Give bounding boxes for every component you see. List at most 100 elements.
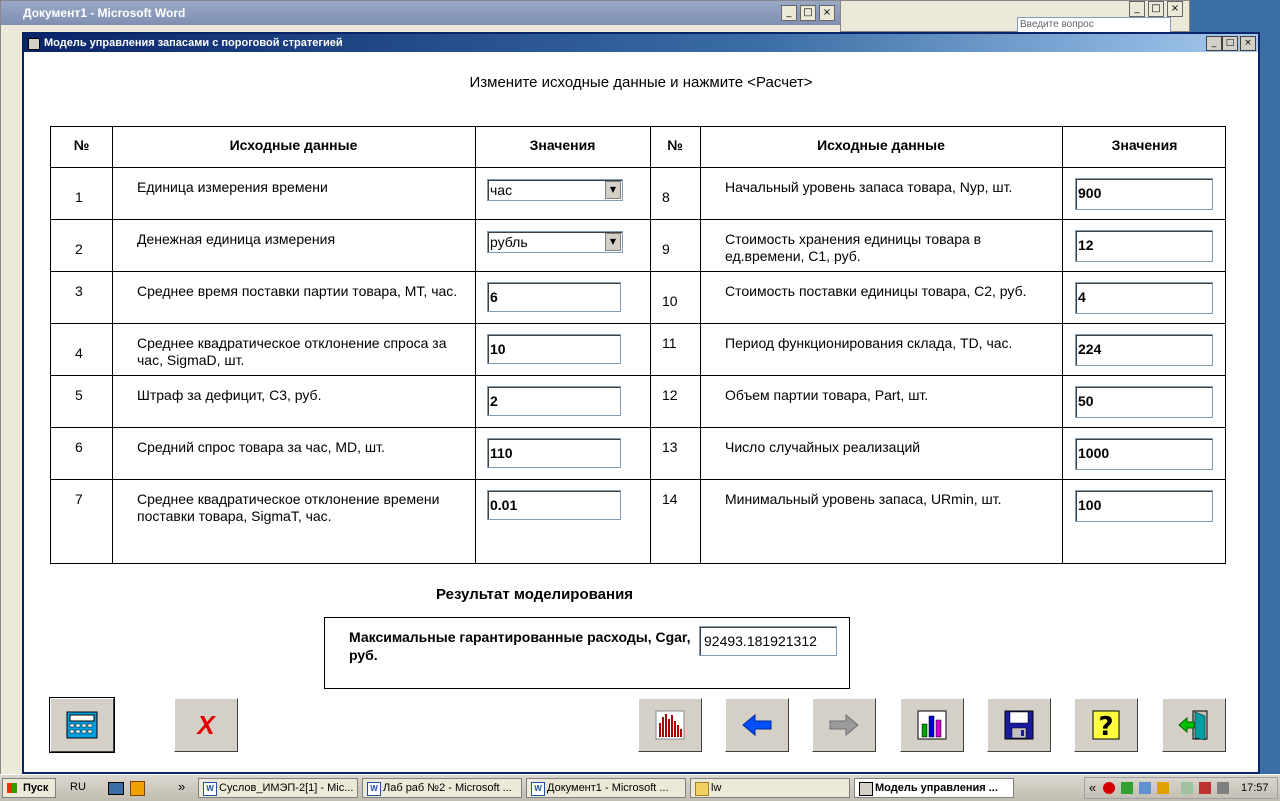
deficit-penalty-input[interactable]: 2 [487, 386, 621, 416]
table-divider [51, 375, 1225, 376]
mean-demand-input[interactable]: 110 [487, 438, 621, 468]
delivery-time-input[interactable]: 6 [487, 282, 621, 312]
min-stock-input[interactable]: 100 [1075, 490, 1213, 522]
result-title: Результат моделирования [436, 586, 634, 603]
sigma-d-input[interactable]: 10 [487, 334, 621, 364]
sigma-t-input[interactable]: 0.01 [487, 490, 621, 520]
app-window-icon [859, 782, 873, 796]
taskbar-item[interactable]: W Суслов_ИМЭП-2[1] - Mic... [198, 778, 358, 798]
help-button[interactable]: ? [1074, 698, 1138, 752]
exit-icon [1178, 710, 1208, 741]
delivery-cost-input[interactable]: 4 [1075, 282, 1213, 314]
bg-maximize-button[interactable]: □ [800, 5, 816, 21]
histogram-button[interactable] [638, 698, 702, 752]
row-label: Средний спрос товара за час, MD, шт. [137, 439, 385, 455]
quicklaunch-media-icon[interactable] [130, 781, 145, 796]
bg2-close-button[interactable]: × [1167, 1, 1183, 17]
bg2-minimize-button[interactable]: _ [1129, 1, 1145, 17]
row-label: Начальный уровень запаса товара, Nyp, шт… [725, 179, 1013, 195]
header-values-right: Значения [1111, 137, 1178, 153]
quicklaunch-more-icon[interactable]: » [178, 779, 185, 794]
row-label: Объем партии товара, Part, шт. [725, 387, 929, 403]
holding-cost-input[interactable]: 12 [1075, 230, 1213, 262]
row-label: Стоимость хранения единицы товара в ед.в… [725, 231, 982, 264]
bar-chart-icon [917, 710, 947, 740]
table-divider [650, 127, 651, 563]
batch-size-input[interactable]: 50 [1075, 386, 1213, 418]
input-data-table: № Исходные данные Значения № Исходные да… [50, 126, 1226, 564]
taskbar-item[interactable]: lw [690, 778, 850, 798]
bg-close-button[interactable]: × [819, 5, 835, 21]
cancel-x-icon: X [197, 709, 215, 740]
tray-app-icon[interactable] [1157, 782, 1169, 794]
initial-stock-input[interactable]: 900 [1075, 178, 1213, 210]
header-source-left: Исходные данные [229, 137, 358, 153]
taskbar-item-active[interactable]: Модель управления ... [854, 778, 1014, 798]
maximize-button[interactable]: □ [1222, 36, 1238, 51]
calculate-button[interactable] [49, 697, 115, 753]
tray-antivirus-icon[interactable] [1103, 782, 1115, 794]
row-label: Среднее время поставки партии товара, MT… [137, 283, 458, 299]
row-number: 3 [75, 283, 83, 299]
row-number: 11 [662, 335, 677, 351]
header-values-left: Значения [529, 137, 596, 153]
word-doc-icon: W [367, 782, 381, 796]
warehouse-period-input[interactable]: 224 [1075, 334, 1213, 366]
result-value-field[interactable]: 92493.181921312 [699, 626, 837, 656]
tray-device-icon[interactable] [1181, 782, 1193, 794]
row-label: Денежная единица измерения [137, 231, 336, 247]
row-number: 6 [75, 439, 83, 455]
close-button[interactable]: × [1240, 36, 1256, 51]
exit-button[interactable] [1162, 698, 1226, 752]
language-indicator[interactable]: RU [70, 781, 86, 793]
row-number: 2 [75, 241, 83, 257]
header-source-right: Исходные данные [817, 137, 945, 153]
row-number: 10 [662, 293, 678, 309]
chevron-down-icon[interactable]: ▼ [605, 181, 621, 199]
row-label: Среднее квадратическое отклонение спроса… [137, 335, 447, 368]
taskbar: Пуск RU » W Суслов_ИМЭП-2[1] - Mic... W Ла… [0, 774, 1280, 801]
tray-expand-icon[interactable]: « [1089, 780, 1096, 795]
tray-monitor-icon[interactable] [1139, 782, 1151, 794]
clock[interactable]: 17:57 [1241, 782, 1269, 794]
bg2-maximize-button[interactable]: □ [1148, 1, 1164, 17]
bar-chart-button[interactable] [900, 698, 964, 752]
row-number: 8 [662, 189, 670, 205]
row-number: 5 [75, 387, 83, 403]
save-icon [1004, 710, 1034, 740]
row-label: Период функционирования склада, TD, час. [725, 335, 1013, 351]
windows-logo-icon [7, 783, 17, 793]
back-button[interactable] [725, 698, 789, 752]
volume-icon[interactable] [1217, 782, 1229, 794]
taskbar-item[interactable]: W Лаб раб №2 - Microsoft ... [362, 778, 522, 798]
tray-network-icon[interactable] [1121, 782, 1133, 794]
help-search-box[interactable]: Введите вопрос [1017, 17, 1171, 33]
chevron-down-icon[interactable]: ▼ [605, 233, 621, 251]
row-label: Стоимость поставки единицы товара, C2, р… [725, 283, 1027, 299]
realizations-input[interactable]: 1000 [1075, 438, 1213, 470]
taskbar-item[interactable]: W Документ1 - Microsoft ... [526, 778, 686, 798]
row-label: Среднее квадратическое отклонение времен… [137, 491, 440, 524]
instruction-text: Измените исходные данные и нажмите <Расч… [469, 74, 813, 91]
svg-text:?: ? [1098, 712, 1113, 742]
minimize-button[interactable]: _ [1206, 36, 1222, 51]
save-button[interactable] [987, 698, 1051, 752]
window-app-icon [28, 38, 40, 50]
start-button[interactable]: Пуск [2, 778, 56, 798]
row-number: 7 [75, 491, 83, 507]
forward-arrow-icon [829, 713, 859, 737]
forward-button[interactable] [812, 698, 876, 752]
bg-minimize-button[interactable]: _ [781, 5, 797, 21]
quicklaunch-desktop-icon[interactable] [108, 782, 124, 795]
row-number: 13 [662, 439, 678, 455]
table-divider [475, 127, 476, 563]
table-divider [1062, 127, 1063, 563]
time-unit-select[interactable]: час ▼ [487, 179, 623, 201]
tray-warning-icon[interactable] [1199, 782, 1211, 794]
row-number: 9 [662, 241, 670, 257]
word-doc-icon: W [531, 782, 545, 796]
table-divider [51, 323, 1225, 324]
currency-select[interactable]: рубль ▼ [487, 231, 623, 253]
cancel-button[interactable]: X [174, 698, 238, 752]
folder-icon [695, 782, 709, 796]
